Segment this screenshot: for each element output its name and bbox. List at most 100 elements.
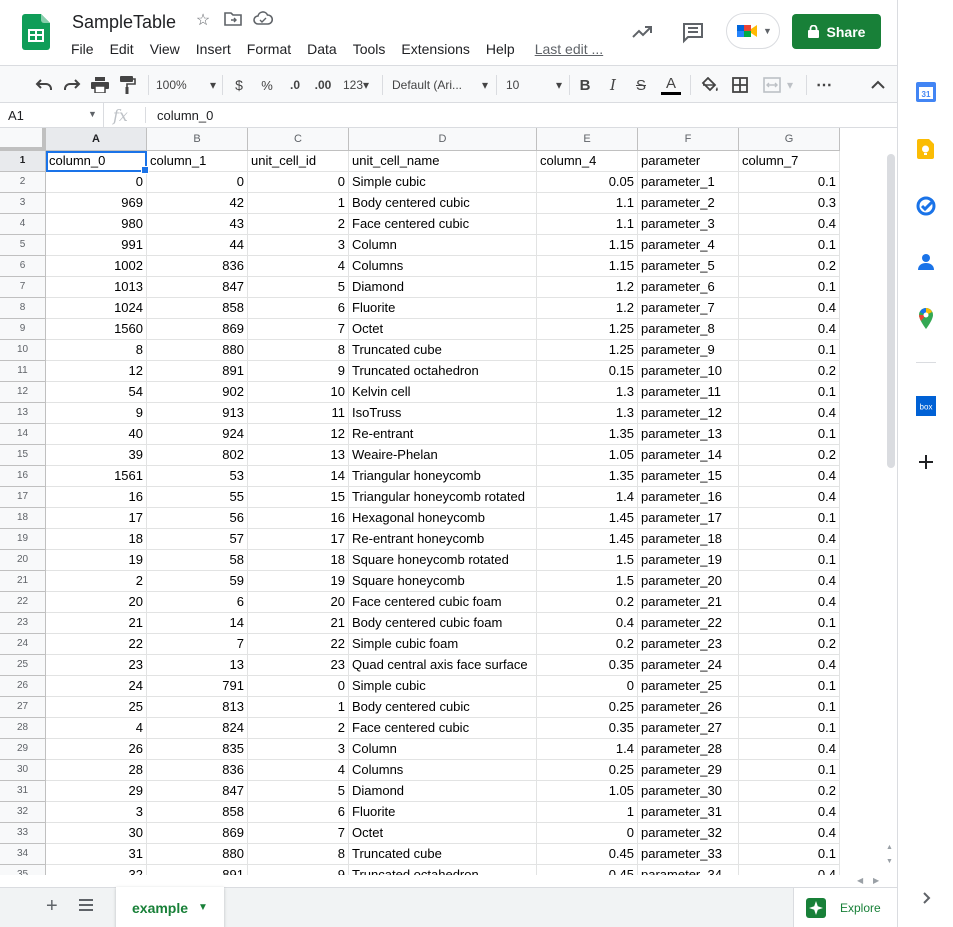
calendar-icon[interactable]: 31 [916,82,936,102]
increase-decimal-button[interactable]: .00 [310,74,336,96]
bold-button[interactable]: B [576,74,594,96]
chevron-down-icon[interactable]: ▼ [198,902,208,913]
grid-cell[interactable]: 3 [248,739,349,760]
grid-cell[interactable]: column_0 [46,151,147,172]
grid-cell[interactable]: 54 [46,382,147,403]
all-sheets-icon[interactable] [78,898,94,914]
grid-cell[interactable]: 0.2 [537,634,638,655]
grid-cell[interactable]: parameter_33 [638,844,739,865]
grid-cell[interactable]: Truncated octahedron [349,361,537,382]
add-icon[interactable] [916,452,936,472]
grid-cell[interactable]: 26 [46,739,147,760]
percent-format-button[interactable]: % [256,74,278,96]
row-header[interactable]: 26 [0,676,46,697]
grid-cell[interactable]: 1.35 [537,424,638,445]
grid-cell[interactable]: parameter_26 [638,697,739,718]
italic-button[interactable]: I [604,74,622,96]
redo-icon[interactable] [62,74,82,96]
row-header[interactable]: 13 [0,403,46,424]
menu-format[interactable]: Format [239,38,299,60]
grid-cell[interactable]: 0.4 [739,592,840,613]
grid-cell[interactable]: 1.5 [537,571,638,592]
row-header[interactable]: 2 [0,172,46,193]
grid-cell[interactable]: 0.4 [739,571,840,592]
grid-cell[interactable]: 1.25 [537,340,638,361]
fill-color-icon[interactable] [700,74,720,96]
row-header[interactable]: 8 [0,298,46,319]
grid-cell[interactable]: 9 [46,403,147,424]
grid-cell[interactable]: 869 [147,823,248,844]
chevron-down-icon[interactable]: ▼ [88,109,97,119]
row-header[interactable]: 7 [0,277,46,298]
row-header[interactable]: 34 [0,844,46,865]
grid-cell[interactable]: 1 [537,802,638,823]
grid-cell[interactable]: Column [349,739,537,760]
grid-cell[interactable]: Truncated cube [349,340,537,361]
grid-cell[interactable]: parameter_5 [638,256,739,277]
grid-cell[interactable]: 0 [537,676,638,697]
grid-cell[interactable]: 24 [46,676,147,697]
grid-cell[interactable]: 40 [46,424,147,445]
grid-cell[interactable]: 1.05 [537,445,638,466]
grid-cell[interactable]: 53 [147,466,248,487]
grid-cell[interactable]: Diamond [349,277,537,298]
grid-cell[interactable]: 1561 [46,466,147,487]
grid-cell[interactable]: 18 [46,529,147,550]
grid-cell[interactable]: 0.4 [739,319,840,340]
grid-cell[interactable]: 836 [147,760,248,781]
grid-cell[interactable]: Re-entrant honeycomb [349,529,537,550]
grid-cell[interactable]: 30 [46,823,147,844]
grid-cell[interactable]: parameter_29 [638,760,739,781]
grid-cell[interactable]: 20 [46,592,147,613]
grid-cell[interactable]: 0.25 [537,697,638,718]
sheet-tab-example[interactable]: example ▼ [116,887,224,927]
grid-cell[interactable]: Kelvin cell [349,382,537,403]
grid-cell[interactable]: parameter [638,151,739,172]
row-header[interactable]: 33 [0,823,46,844]
grid-cell[interactable]: 25 [46,697,147,718]
grid-cell[interactable]: 0.4 [739,298,840,319]
text-color-button[interactable]: A [660,74,682,96]
grid-cell[interactable]: 7 [248,319,349,340]
menu-data[interactable]: Data [299,38,345,60]
more-formats-button[interactable]: 123 ▾ [339,74,373,96]
grid-cell[interactable]: Quad central axis face surface [349,655,537,676]
row-header[interactable]: 30 [0,760,46,781]
grid-cell[interactable]: 43 [147,214,248,235]
grid-cell[interactable]: 0.1 [739,718,840,739]
grid-cell[interactable]: 0.4 [739,466,840,487]
grid-cell[interactable]: parameter_9 [638,340,739,361]
grid-cell[interactable]: parameter_22 [638,613,739,634]
grid-cell[interactable]: Face centered cubic [349,214,537,235]
grid-cell[interactable]: 1.1 [537,193,638,214]
grid-cell[interactable]: 1.45 [537,508,638,529]
meet-button[interactable]: ▼ [726,13,780,49]
grid-cell[interactable]: 42 [147,193,248,214]
grid-cell[interactable]: 13 [248,445,349,466]
row-header[interactable]: 5 [0,235,46,256]
grid-cell[interactable]: Triangular honeycomb [349,466,537,487]
row-header[interactable]: 3 [0,193,46,214]
grid-cell[interactable]: Triangular honeycomb rotated [349,487,537,508]
grid-cell[interactable]: parameter_24 [638,655,739,676]
grid-cell[interactable]: parameter_13 [638,424,739,445]
grid-cell[interactable]: 1.3 [537,382,638,403]
grid-cell[interactable]: 28 [46,760,147,781]
grid-cell[interactable]: parameter_11 [638,382,739,403]
row-header[interactable]: 15 [0,445,46,466]
grid-cell[interactable]: 0.3 [739,193,840,214]
grid-cell[interactable]: 880 [147,844,248,865]
row-header[interactable]: 25 [0,655,46,676]
grid-cell[interactable]: 1.1 [537,214,638,235]
grid-cell[interactable]: 847 [147,781,248,802]
grid-cell[interactable]: 32 [46,865,147,875]
grid-cell[interactable]: 14 [248,466,349,487]
grid-cell[interactable]: column_4 [537,151,638,172]
grid-cell[interactable]: Columns [349,256,537,277]
grid-cell[interactable]: 858 [147,802,248,823]
grid-cell[interactable]: 0.2 [537,592,638,613]
row-header[interactable]: 16 [0,466,46,487]
grid-cell[interactable]: 0 [248,676,349,697]
grid-cell[interactable]: 6 [147,592,248,613]
grid-cell[interactable]: 847 [147,277,248,298]
